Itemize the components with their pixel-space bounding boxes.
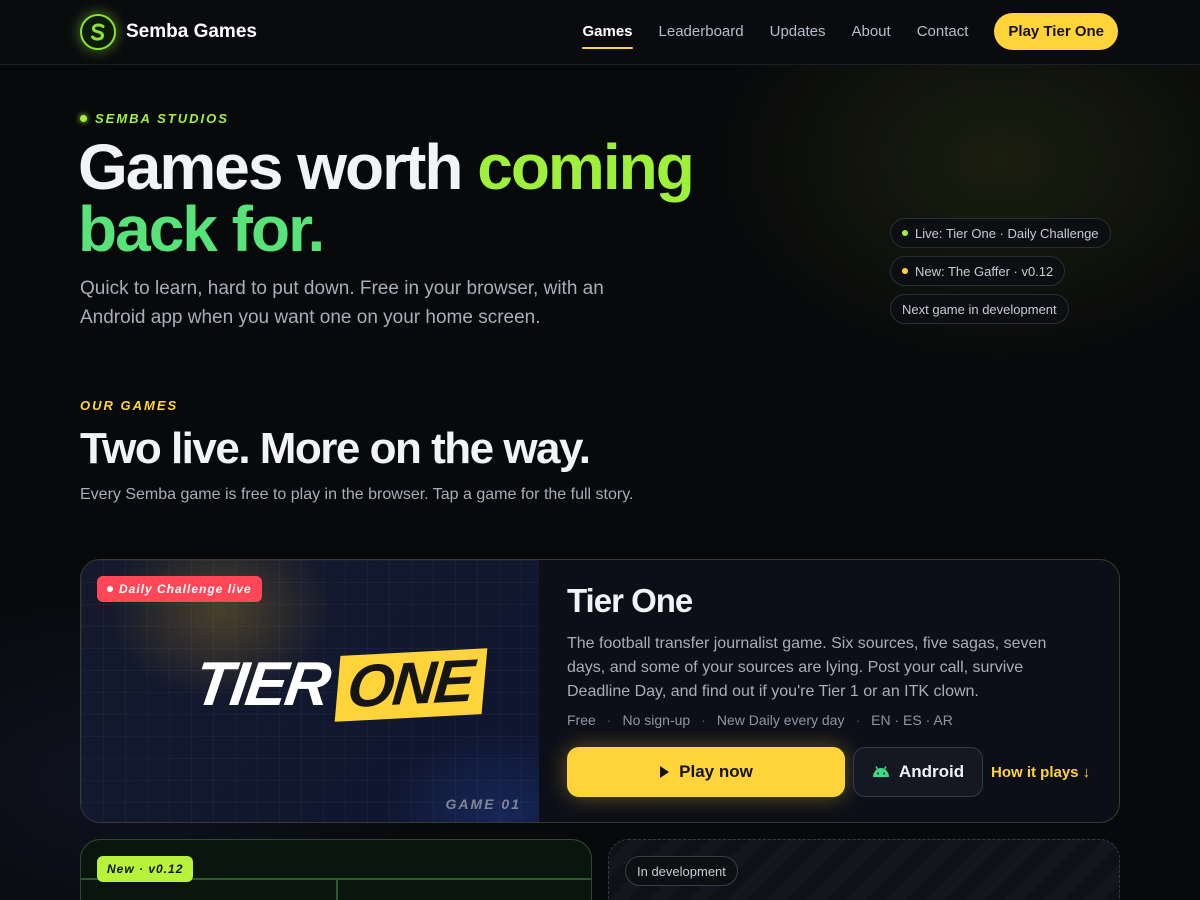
- game-meta: Free · No sign-up · New Daily every day …: [567, 712, 1087, 728]
- nav-link-games[interactable]: Games: [582, 17, 633, 49]
- status-pills: Live: Tier One · Daily Challenge New: Th…: [890, 218, 1111, 332]
- version-badge: New · v0.12: [97, 856, 194, 882]
- play-icon: [660, 766, 670, 778]
- live-dot-icon: [902, 230, 908, 236]
- logo-word-tier: TIER: [190, 650, 334, 719]
- semba-logo-icon: [80, 14, 116, 50]
- featured-game-card[interactable]: Daily Challenge live TIER ONE GAME 01 Ti…: [80, 559, 1120, 823]
- logo-word-box: ONE: [334, 646, 488, 722]
- nav-link-contact[interactable]: Contact: [917, 17, 969, 46]
- status-pill-label: New: The Gaffer · v0.12: [915, 263, 1054, 279]
- nav-link-updates[interactable]: Updates: [770, 17, 826, 46]
- status-pill-live[interactable]: Live: Tier One · Daily Challenge: [890, 218, 1111, 248]
- brand-name: Semba Games: [126, 21, 257, 42]
- top-nav: Semba Games Games Leaderboard Updates Ab…: [0, 0, 1200, 65]
- live-dot-icon: [107, 586, 113, 592]
- meta-item: Free: [567, 712, 596, 728]
- game-title: Tier One: [567, 582, 693, 619]
- game-actions: Play now Android How it plays ↓: [567, 747, 1090, 797]
- hero-title-highlight2: back for.: [78, 193, 325, 265]
- hero-eyebrow: SEMBA STUDIOS: [80, 111, 229, 126]
- meta-separator: ·: [606, 712, 612, 728]
- game-details: Tier One The football transfer journalis…: [567, 582, 1087, 728]
- badge-label: Daily Challenge live: [119, 582, 252, 596]
- second-game-card[interactable]: New · v0.12: [80, 839, 592, 900]
- game-art: Daily Challenge live TIER ONE GAME 01: [81, 560, 539, 822]
- status-dot-icon: [80, 115, 87, 122]
- games-section-title: Two live. More on the way.: [80, 424, 591, 473]
- android-icon: [872, 766, 889, 777]
- nav-links: Games Leaderboard Updates About Contact …: [582, 13, 1118, 50]
- hero-eyebrow-text: SEMBA STUDIOS: [95, 111, 229, 126]
- nav-link-leaderboard[interactable]: Leaderboard: [659, 17, 744, 46]
- hero-title-highlight1: coming: [477, 131, 695, 203]
- meta-item: New Daily every day: [716, 712, 845, 728]
- play-now-label: Play now: [679, 762, 753, 781]
- game-number: GAME 01: [445, 796, 521, 812]
- how-it-plays-link[interactable]: How it plays ↓: [991, 764, 1090, 781]
- new-dot-icon: [902, 268, 908, 274]
- status-pill-label: Next game in development: [902, 301, 1057, 317]
- android-label: Android: [898, 762, 965, 781]
- third-game-card[interactable]: In development: [608, 839, 1120, 900]
- meta-separator: ·: [701, 712, 706, 728]
- game-description: The football transfer journalist game. S…: [567, 635, 1047, 700]
- hero-title: Games worth coming back for.: [78, 135, 778, 261]
- games-section-eyebrow: OUR GAMES: [80, 398, 179, 413]
- pitch-line: [336, 878, 338, 900]
- daily-challenge-badge: Daily Challenge live: [97, 576, 262, 602]
- play-now-button[interactable]: Play now: [567, 747, 845, 797]
- status-pill-new[interactable]: New: The Gaffer · v0.12: [890, 256, 1066, 286]
- hero-subtitle: Quick to learn, hard to put down. Free i…: [80, 278, 604, 328]
- android-button[interactable]: Android: [853, 747, 983, 797]
- play-tier-one-button[interactable]: Play Tier One: [994, 13, 1118, 50]
- logo-word-one: ONE: [345, 646, 476, 721]
- meta-item: EN · ES · AR: [871, 712, 953, 728]
- nav-link-about[interactable]: About: [851, 17, 890, 46]
- meta-item: No sign-up: [622, 712, 691, 728]
- meta-separator: ·: [855, 712, 861, 728]
- status-pill-label: Live: Tier One · Daily Challenge: [915, 225, 1099, 241]
- in-development-badge: In development: [625, 856, 738, 886]
- status-pill-dev[interactable]: Next game in development: [890, 294, 1069, 324]
- games-section-subtitle: Every Semba game is free to play in the …: [80, 486, 634, 503]
- tier-one-logo: TIER ONE: [190, 647, 488, 722]
- brand-logo-link[interactable]: Semba Games: [80, 14, 257, 50]
